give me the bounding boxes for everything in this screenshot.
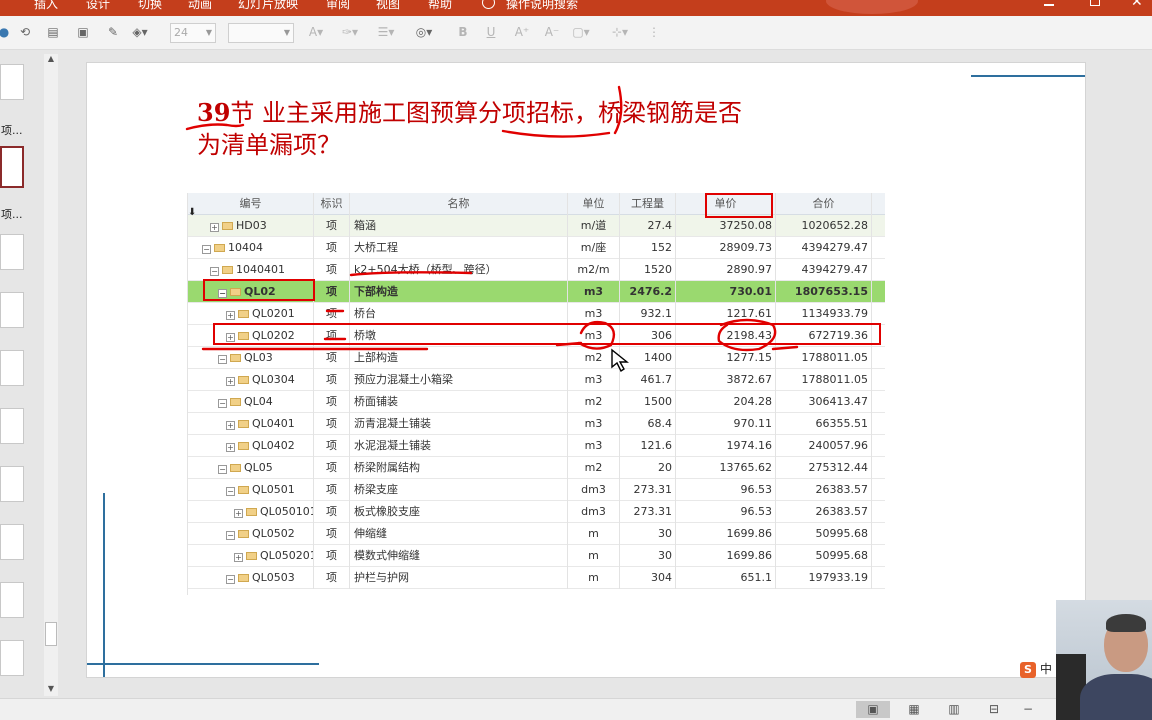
slide-thumbnail-selected[interactable]: [0, 146, 24, 188]
mouse-cursor-icon: [611, 348, 629, 373]
lightbulb-icon: [482, 0, 495, 9]
tab-design[interactable]: 设计: [86, 0, 110, 12]
ribbon-tabs: 插入 设计 切换 动画 幻灯片放映 审阅 视图 帮助 操作说明搜索 ✕: [0, 0, 1152, 16]
shape-fill-icon[interactable]: ◈▾: [128, 23, 152, 41]
font-grow-icon[interactable]: A⁺: [514, 23, 530, 41]
status-bar: ▣ ▦ ▥ ⊟ −: [0, 698, 1152, 720]
quick-toolbar: ● ⟲ ▤ ▣ ✎ ◈▾ 24 ▼ ▼ A▾ ✑▾ ☰▾ ◎▾ B U A⁺ A⁻…: [0, 16, 1152, 50]
tab-insert[interactable]: 插入: [34, 0, 58, 12]
slide-thumbnail[interactable]: [0, 64, 24, 100]
text-box-icon[interactable]: ▤: [44, 23, 62, 41]
underline-k2-bridge: [349, 271, 473, 277]
slide-thumbnail[interactable]: [0, 582, 24, 618]
slideshow-icon[interactable]: ⊟: [978, 701, 1010, 718]
font-name-select[interactable]: ▼: [228, 23, 294, 43]
slide-thumbnail[interactable]: [0, 292, 24, 328]
slide-canvas: 39节 业主采用施工图预算分项招标，桥梁钢筋是否为清单漏项？ 编号 标识 名称 …: [86, 62, 1086, 678]
tab-slideshow[interactable]: 幻灯片放映: [238, 0, 298, 12]
presenter-hair: [1106, 614, 1146, 632]
font-color-icon[interactable]: A▾: [306, 23, 326, 41]
underline-icon[interactable]: U: [484, 23, 498, 41]
shapes-icon[interactable]: ●: [0, 23, 9, 41]
highlight-icon[interactable]: ✑▾: [340, 23, 360, 41]
tab-transitions[interactable]: 切换: [138, 0, 162, 12]
normal-view-icon[interactable]: ▣: [856, 701, 890, 718]
reset-icon[interactable]: ⟲: [16, 23, 34, 41]
tab-animations[interactable]: 动画: [188, 0, 212, 12]
handwritten-annotations: [185, 85, 799, 352]
tell-me-search[interactable]: 操作说明搜索: [506, 0, 578, 12]
thumbnail-scrollbar[interactable]: ▲ ▼: [44, 54, 58, 696]
arrange-icon[interactable]: ☰▾: [376, 23, 396, 41]
slide-sorter-icon[interactable]: ▦: [898, 701, 930, 718]
presenter-body: [1080, 674, 1152, 720]
maximize-icon[interactable]: [1090, 0, 1100, 6]
format-painter-icon[interactable]: ✎: [104, 23, 122, 41]
quick-styles-icon[interactable]: ◎▾: [412, 23, 436, 41]
screen-icon[interactable]: ▣: [74, 23, 92, 41]
more-icon[interactable]: ⋮: [648, 23, 660, 41]
circle-2198: [717, 318, 799, 352]
bold-icon[interactable]: B: [456, 23, 470, 41]
bracket-stroke: [613, 85, 623, 135]
scroll-down-icon[interactable]: ▼: [44, 684, 58, 696]
underline-39: [185, 123, 245, 131]
font-size-value: 24: [174, 26, 188, 39]
slide-thumbnail[interactable]: [0, 408, 24, 444]
slide-thumbnail[interactable]: [0, 524, 24, 560]
slide-thumbnail[interactable]: [0, 234, 24, 270]
thumbnail-label: 项...: [1, 208, 23, 221]
ime-mode: 中: [1040, 662, 1053, 676]
subscript-icon[interactable]: ▢▾: [568, 23, 594, 41]
slide-thumbnail[interactable]: [0, 466, 24, 502]
scroll-up-icon[interactable]: ▲: [44, 54, 58, 66]
webcam-overlay: [1056, 600, 1152, 720]
close-icon[interactable]: ✕: [1131, 0, 1143, 10]
font-size-select[interactable]: 24 ▼: [170, 23, 216, 43]
tab-help[interactable]: 帮助: [428, 0, 452, 12]
recording-indicator: [826, 0, 918, 14]
thumbnail-label: 项...: [1, 124, 23, 137]
ime-logo-icon: S: [1020, 662, 1036, 678]
tab-view[interactable]: 视图: [376, 0, 400, 12]
slide-thumbnail[interactable]: [0, 640, 24, 676]
minimize-icon[interactable]: [1044, 4, 1054, 6]
align-icon[interactable]: ⊹▾: [608, 23, 632, 41]
font-shrink-icon[interactable]: A⁻: [544, 23, 560, 41]
reading-view-icon[interactable]: ▥: [938, 701, 970, 718]
ime-indicator[interactable]: S中: [1020, 660, 1052, 680]
circle-m3: [555, 320, 616, 350]
scrollbar-thumb[interactable]: [45, 622, 57, 646]
tab-review[interactable]: 审阅: [326, 0, 350, 12]
zoom-out-icon[interactable]: −: [1018, 701, 1038, 718]
underline-fenxiang: [501, 129, 611, 138]
slide-thumbnail[interactable]: [0, 350, 24, 386]
